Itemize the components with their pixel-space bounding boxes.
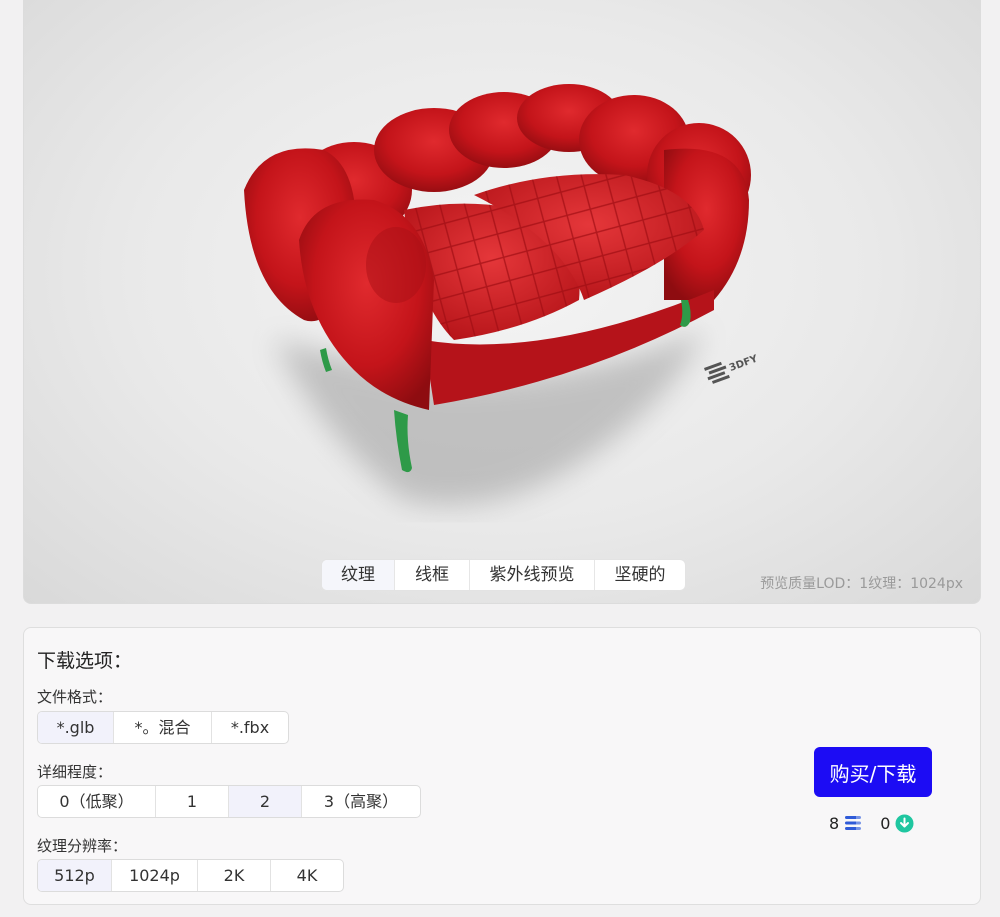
file-format-label: 文件格式： [37, 688, 113, 706]
buy-download-button[interactable]: 购买/下载 [814, 747, 932, 797]
format-fbx[interactable]: *.fbx [212, 712, 288, 743]
tab-uv-preview[interactable]: 紫外线预览 [470, 560, 595, 590]
detail-1[interactable]: 1 [156, 786, 229, 817]
texture-1024p[interactable]: 1024p [112, 860, 198, 891]
svg-text:3DFY: 3DFY [728, 353, 760, 374]
texture-512p[interactable]: 512p [38, 860, 112, 891]
lod-info: 预览质量LOD：1纹理：1024px [760, 576, 963, 592]
credits-stat: 8 [829, 814, 862, 833]
format-blend[interactable]: *。混合 [114, 712, 212, 743]
detail-level-label: 详细程度： [37, 763, 113, 781]
downloads-count: 0 [880, 813, 891, 833]
detail-0[interactable]: 0（低聚） [38, 786, 156, 817]
tab-wireframe[interactable]: 线框 [395, 560, 470, 590]
detail-3[interactable]: 3（高聚） [302, 786, 420, 817]
view-mode-tabs: 纹理 线框 紫外线预览 坚硬的 [321, 559, 686, 591]
model-viewer[interactable]: 3DFY 纹理 线框 紫外线预览 坚硬的 预览质量LOD：1纹理：1024px [23, 0, 981, 604]
stack-icon [845, 816, 862, 830]
download-circle-icon [895, 814, 914, 832]
texture-resolution-label: 纹理分辨率： [37, 837, 128, 855]
texture-resolution-selector: 512p 1024p 2K 4K [37, 859, 344, 892]
detail-2[interactable]: 2 [229, 786, 302, 817]
file-format-selector: *.glb *。混合 *.fbx [37, 711, 289, 744]
download-options-panel: 下载选项： 文件格式： *.glb *。混合 *.fbx 详细程度： 0（低聚）… [23, 627, 981, 905]
credits-count: 8 [829, 813, 840, 833]
panel-title: 下载选项： [37, 650, 133, 672]
detail-level-selector: 0（低聚） 1 2 3（高聚） [37, 785, 421, 818]
texture-4k[interactable]: 4K [271, 860, 343, 891]
downloads-stat: 0 [880, 814, 914, 833]
tab-solid[interactable]: 坚硬的 [595, 560, 685, 590]
3dfy-logo: 3DFY [704, 353, 760, 384]
stats-row: 8 0 [829, 811, 932, 835]
sofa-3d-model[interactable]: 3DFY [24, 0, 981, 604]
texture-2k[interactable]: 2K [198, 860, 271, 891]
tab-texture[interactable]: 纹理 [322, 560, 395, 590]
format-glb[interactable]: *.glb [38, 712, 114, 743]
